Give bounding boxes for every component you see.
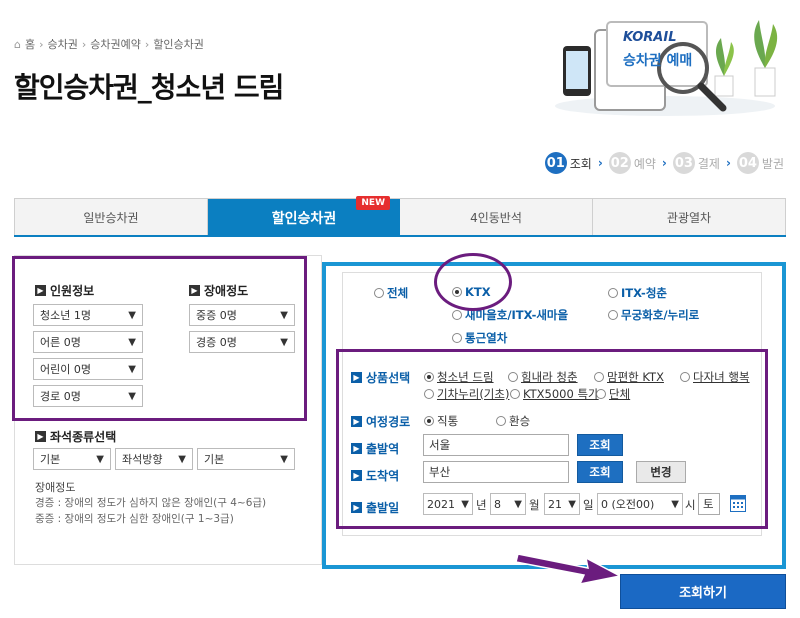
seat-position-select[interactable]: 기본 ▼ bbox=[197, 448, 295, 470]
select-value: 기본 bbox=[40, 453, 61, 466]
passenger-highlight-box bbox=[12, 256, 307, 421]
step-number: 02 bbox=[608, 152, 631, 174]
new-badge: NEW bbox=[356, 196, 390, 210]
ticket-tabs: 일반승차권 할인승차권 NEW 4인동반석 관광열차 bbox=[14, 196, 786, 236]
radio-icon bbox=[608, 288, 618, 298]
step-label: 발권 bbox=[761, 156, 784, 171]
radio-icon bbox=[608, 310, 618, 320]
chevron-right-icon: › bbox=[661, 156, 667, 170]
home-icon[interactable]: ⌂ bbox=[14, 38, 21, 51]
breadcrumb-discount[interactable]: 할인승차권 bbox=[153, 36, 204, 52]
step-issue: 04 발권 bbox=[736, 152, 784, 174]
step-label: 조회 bbox=[569, 156, 592, 171]
ktx-highlight-circle bbox=[434, 253, 512, 311]
seat-class-select[interactable]: 기본 ▼ bbox=[33, 448, 111, 470]
step-indicator: 01 조회 › 02 예약 › 03 결제 › 04 발권 bbox=[544, 152, 784, 174]
breadcrumb-home[interactable]: 홈 bbox=[25, 36, 35, 52]
train-type-mugunghwa[interactable]: 무궁화호/누리로 bbox=[608, 307, 699, 323]
chevron-right-icon: › bbox=[81, 37, 87, 51]
step-search: 01 조회 bbox=[544, 152, 592, 174]
chevron-right-icon: › bbox=[725, 156, 731, 170]
search-form-highlight-box bbox=[336, 349, 768, 529]
step-reserve: 02 예약 bbox=[608, 152, 656, 174]
tab-label: 할인승차권 bbox=[271, 210, 337, 227]
breadcrumb-ticket[interactable]: 승차권 bbox=[48, 36, 78, 52]
train-type-itx-chungchun[interactable]: ITX-청춘 bbox=[608, 285, 667, 301]
step-payment: 03 결제 bbox=[672, 152, 720, 174]
radio-icon bbox=[374, 288, 384, 298]
train-type-commuter[interactable]: 통근열차 bbox=[452, 330, 507, 346]
page-title: 할인승차권_청소년 드림 bbox=[14, 71, 284, 104]
disability-note-title: 장애정도 bbox=[35, 481, 76, 494]
tab-general[interactable]: 일반승차권 bbox=[15, 199, 208, 236]
step-number: 03 bbox=[672, 152, 695, 174]
train-type-all[interactable]: 전체 bbox=[374, 285, 408, 301]
radio-label: 무궁화호/누리로 bbox=[621, 308, 700, 322]
chevron-right-icon: › bbox=[597, 156, 603, 170]
select-value: 기본 bbox=[204, 453, 225, 466]
seat-type-title: 좌석종류선택 bbox=[50, 430, 117, 444]
radio-label: ITX-청춘 bbox=[621, 286, 667, 300]
radio-label: 전체 bbox=[387, 286, 409, 300]
chevron-right-icon: › bbox=[144, 37, 150, 51]
breadcrumb-reservation[interactable]: 승차권예약 bbox=[90, 36, 141, 52]
seat-type-heading: ▶ 좌석종류선택 bbox=[35, 428, 116, 445]
step-label: 결제 bbox=[697, 156, 720, 171]
disability-note-mild: 경증 : 장애의 정도가 심하지 않은 장애인(구 4~6급) bbox=[35, 497, 267, 509]
chevron-right-icon: › bbox=[39, 37, 44, 51]
banner-illustration: KORAIL 승차권 예매 bbox=[545, 8, 795, 123]
tab-underline bbox=[14, 235, 786, 237]
tab-family-seat[interactable]: 4인동반석 bbox=[400, 199, 593, 236]
radio-icon bbox=[452, 310, 462, 320]
chevron-down-icon: ▼ bbox=[178, 453, 186, 465]
step-label: 예약 bbox=[633, 156, 656, 171]
tab-discount[interactable]: 할인승차권 NEW bbox=[208, 196, 400, 236]
chevron-down-icon: ▼ bbox=[280, 453, 288, 465]
step-number: 04 bbox=[736, 152, 759, 174]
radio-label: 통근열차 bbox=[465, 331, 508, 345]
select-value: 좌석방향 bbox=[122, 453, 163, 466]
banner-label: 승차권 예매 bbox=[623, 53, 693, 69]
tab-tour-train[interactable]: 관광열차 bbox=[593, 199, 785, 236]
step-number: 01 bbox=[544, 152, 567, 174]
search-submit-button[interactable]: 조회하기 bbox=[620, 574, 786, 609]
radio-icon bbox=[452, 333, 462, 343]
chevron-down-icon: ▼ bbox=[96, 453, 104, 465]
bullet-arrow-icon: ▶ bbox=[35, 431, 46, 442]
breadcrumb: ⌂ 홈 › 승차권 › 승차권예약 › 할인승차권 bbox=[14, 36, 204, 52]
arrow-annotation-icon bbox=[515, 540, 623, 590]
korail-logo: KORAIL bbox=[623, 30, 677, 45]
seat-direction-select[interactable]: 좌석방향 ▼ bbox=[115, 448, 193, 470]
disability-note-severe: 중증 : 장애의 정도가 심한 장애인(구 1~3급) bbox=[35, 513, 234, 525]
